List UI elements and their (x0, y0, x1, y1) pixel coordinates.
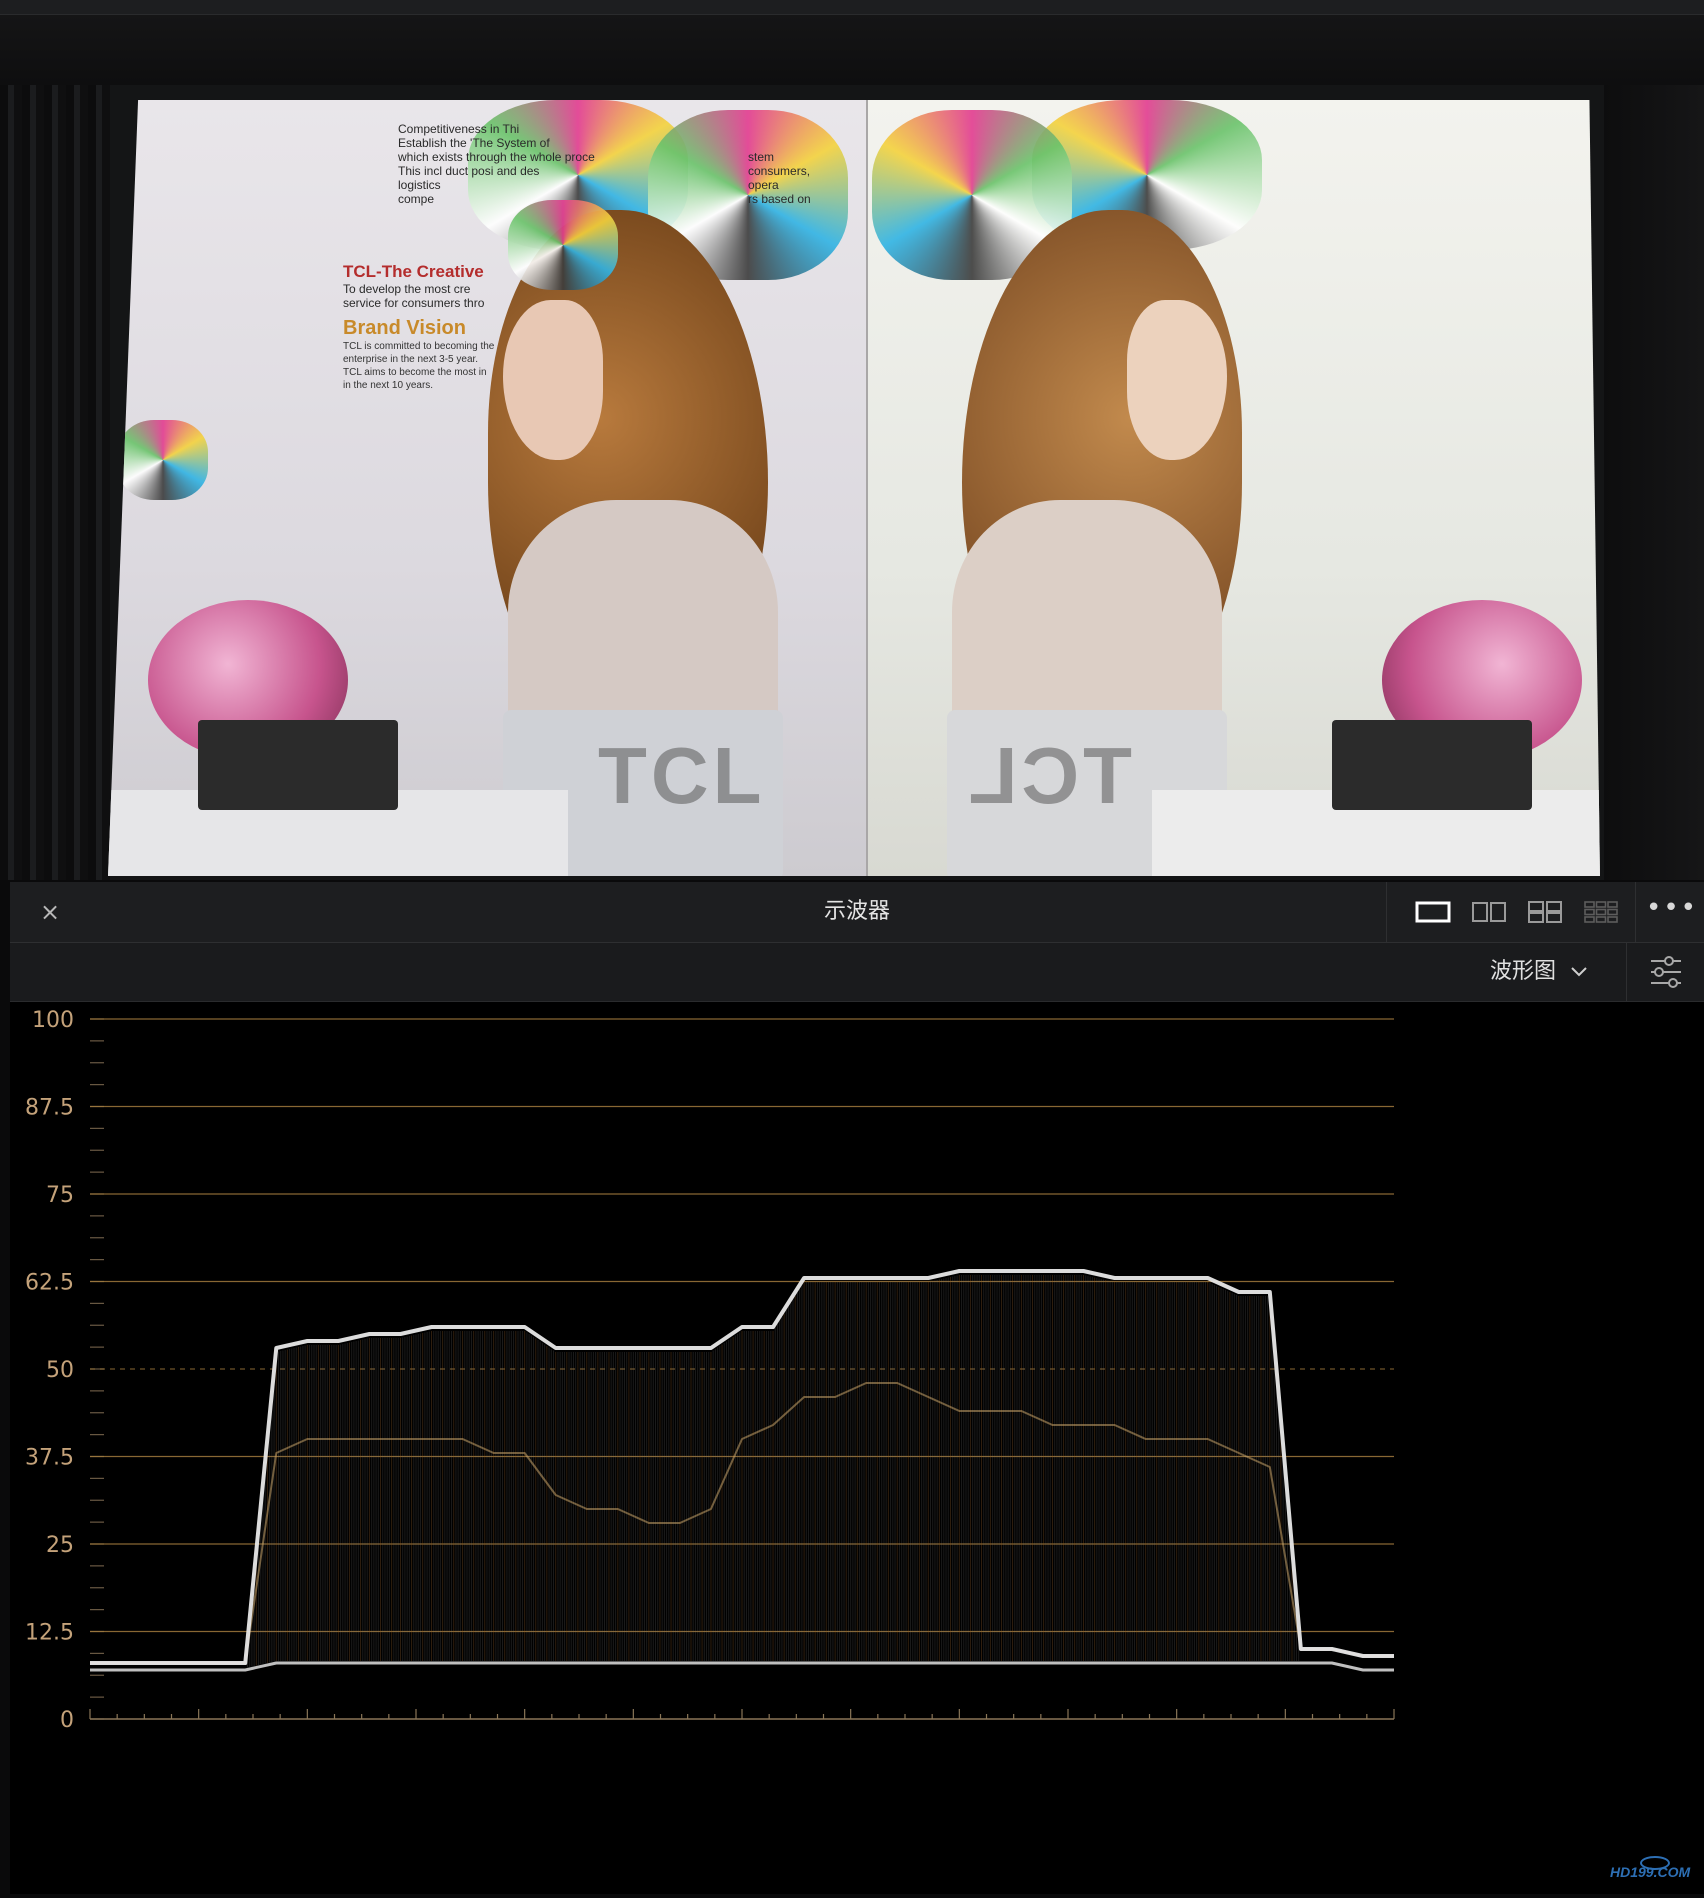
projection-screen: Competitiveness in Thi Establish the 'Th… (108, 100, 1600, 876)
right-curtain (1604, 85, 1704, 880)
watermark-text: HD199.COM (1610, 1864, 1691, 1880)
chevron-down-icon (1571, 967, 1587, 977)
top-paragraph: Competitiveness in Thi Establish the 'Th… (398, 122, 595, 206)
y-tick-label: 0 (60, 1708, 74, 1733)
split-divider (866, 100, 868, 876)
decorative-fan (118, 420, 208, 500)
top-paragraph-right: stem consumers, opera rs based on (748, 150, 811, 206)
scope-toolbar: 波形图 (10, 943, 1704, 1002)
scope-settings-button[interactable] (1626, 943, 1704, 1001)
y-tick-label: 100 (32, 1008, 74, 1033)
six-view-icon[interactable] (1583, 900, 1619, 924)
viewer-top-bar (0, 0, 1704, 15)
viewer-area: Competitiveness in Thi Establish the 'Th… (0, 0, 1704, 880)
layout-button-group (1386, 882, 1636, 942)
quad-view-icon[interactable] (1527, 900, 1563, 924)
scopes-panel: × 示波器 ••• 波形图 0 12.5 25 37.5 50 62.5 75 … (10, 882, 1704, 1894)
right-half-image: TCL (867, 100, 1600, 876)
left-half-image: Competitiveness in Thi Establish the 'Th… (108, 100, 867, 876)
woman-face (503, 300, 603, 460)
tcl-watermark-right: TCL (964, 731, 1132, 820)
waveform-chart: 0 12.5 25 37.5 50 62.5 75 87.5 100 (25, 1008, 1395, 1733)
single-view-icon[interactable] (1415, 900, 1451, 924)
makeup-palette-mirror (1332, 720, 1532, 810)
y-tick-label: 50 (46, 1358, 74, 1383)
viewer-dark-background (0, 15, 1704, 85)
sliders-icon (1651, 956, 1681, 988)
y-tick-label: 62.5 (25, 1271, 74, 1296)
y-tick-label: 75 (46, 1183, 74, 1208)
hair-flower (508, 200, 618, 290)
y-tick-label: 37.5 (25, 1446, 74, 1471)
waveform-lower-trace (90, 1661, 1394, 1672)
dual-view-icon[interactable] (1471, 900, 1507, 924)
y-tick-label: 87.5 (25, 1096, 74, 1121)
scopes-header: × 示波器 ••• (10, 882, 1704, 943)
left-curtain (0, 85, 110, 880)
waveform-plot: 0 12.5 25 37.5 50 62.5 75 87.5 100 (10, 1002, 1704, 1894)
more-options-icon[interactable]: ••• (1646, 895, 1696, 926)
tcl-watermark-left: TCL (598, 731, 766, 820)
mirrored-content: TCL (867, 100, 1600, 876)
scope-mode-label: 波形图 (1490, 959, 1557, 984)
y-tick-label: 12.5 (25, 1621, 74, 1646)
makeup-palette (198, 720, 398, 810)
y-tick-label: 25 (46, 1533, 74, 1558)
scope-mode-dropdown[interactable]: 波形图 (1490, 957, 1588, 987)
